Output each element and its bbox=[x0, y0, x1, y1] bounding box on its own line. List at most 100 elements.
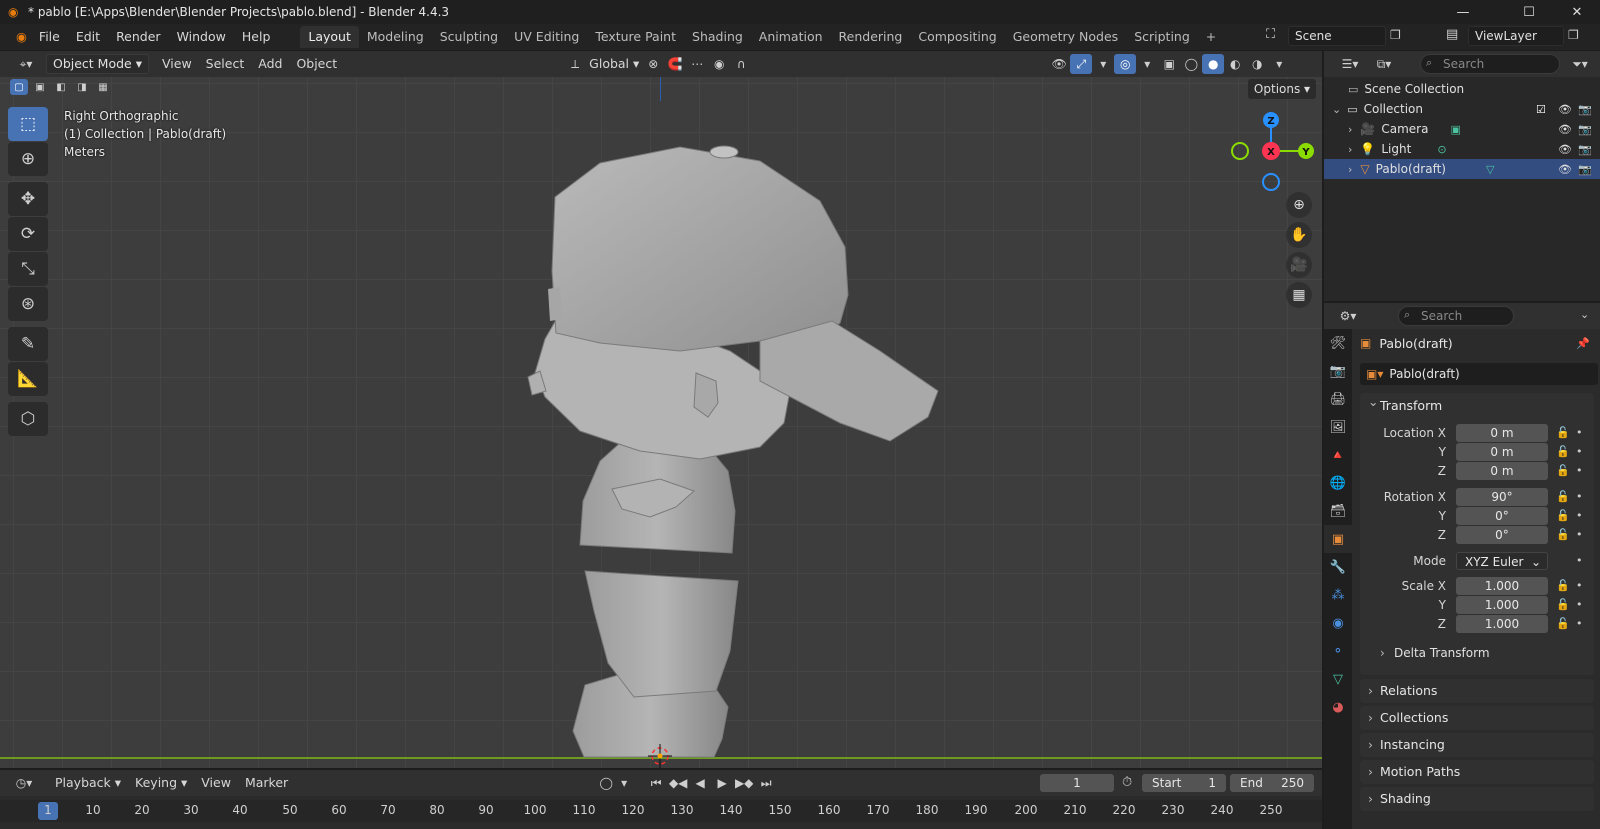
playback-menu[interactable]: Playback ▾ bbox=[48, 773, 128, 793]
prev-keyframe-icon[interactable]: ◆◀ bbox=[667, 773, 689, 793]
pablo-character-model[interactable] bbox=[0, 51, 1322, 768]
keying-menu[interactable]: Keying ▾ bbox=[128, 773, 194, 793]
timeline-editor[interactable]: ◷▾ Playback ▾ Keying ▾ View Marker ◯ ▾ ⏮… bbox=[0, 770, 1322, 829]
data-tab-icon[interactable]: ▽ bbox=[1324, 665, 1352, 693]
lock-icon[interactable]: 🔓 bbox=[1556, 509, 1570, 522]
menu-file[interactable]: File bbox=[31, 27, 68, 47]
expand-chevron-icon[interactable]: ⌄ bbox=[1332, 103, 1341, 116]
keyframe-dot-icon[interactable]: • bbox=[1576, 509, 1583, 522]
menu-help[interactable]: Help bbox=[234, 27, 279, 47]
rotation-z-field[interactable]: 0° bbox=[1456, 525, 1548, 544]
tab-texture-paint[interactable]: Texture Paint bbox=[587, 26, 684, 48]
motion-paths-panel[interactable]: Motion Paths bbox=[1360, 760, 1594, 784]
object-datablock-icon[interactable]: ▣▾ bbox=[1366, 367, 1383, 381]
location-y-field[interactable]: 0 m bbox=[1456, 442, 1548, 461]
outliner-editor-type-icon[interactable]: ☰▾ bbox=[1336, 54, 1364, 74]
collection-row[interactable]: ⌄ ▭ Collection ☑ 👁 📷 bbox=[1324, 99, 1600, 119]
camera-data-icon[interactable]: ▣ bbox=[1450, 123, 1460, 136]
relations-panel[interactable]: Relations bbox=[1360, 679, 1594, 703]
rotation-mode-dropdown[interactable]: XYZ Euler ⌄ bbox=[1456, 551, 1548, 570]
eye-icon[interactable]: 👁 bbox=[1558, 123, 1572, 136]
tab-sculpting[interactable]: Sculpting bbox=[432, 26, 506, 48]
shading-panel-header[interactable]: Shading bbox=[1360, 787, 1594, 811]
current-frame-field[interactable]: 1 bbox=[1040, 774, 1114, 792]
tab-modeling[interactable]: Modeling bbox=[359, 26, 432, 48]
options-dropdown-icon[interactable]: ⌄ bbox=[1580, 308, 1589, 321]
expand-chevron-icon[interactable]: › bbox=[1348, 143, 1352, 156]
lock-icon[interactable]: 🔓 bbox=[1556, 426, 1570, 439]
preview-range-icon[interactable]: ⏱ bbox=[1122, 775, 1132, 790]
timeline-menu-marker[interactable]: Marker bbox=[238, 773, 295, 793]
collection-checkbox-icon[interactable]: ☑ bbox=[1536, 103, 1546, 116]
material-tab-icon[interactable]: ◕ bbox=[1324, 693, 1352, 721]
outliner-item-light[interactable]: › 💡 Light ⊙ 👁 📷 bbox=[1324, 139, 1600, 159]
properties-editor[interactable]: ⚙▾ Search ⌕ ⌄ 🛠 📷 🖨 🖼 🔺 🌐 🗃 ▣ 🔧 ⁂ ◉ ⚬ ▽ … bbox=[1324, 303, 1600, 829]
render-camera-icon[interactable]: 📷 bbox=[1578, 123, 1592, 136]
timeline-menu-view[interactable]: View bbox=[194, 773, 238, 793]
lock-icon[interactable]: 🔓 bbox=[1556, 598, 1570, 611]
keyframe-dot-icon[interactable]: • bbox=[1576, 598, 1583, 611]
instancing-panel[interactable]: Instancing bbox=[1360, 733, 1594, 757]
lock-icon[interactable]: 🔓 bbox=[1556, 617, 1570, 630]
shading-panel[interactable]: Shading bbox=[1360, 787, 1594, 811]
blender-menu-icon[interactable]: ◉ bbox=[12, 27, 31, 47]
render-camera-icon[interactable]: 📷 bbox=[1578, 143, 1592, 156]
world-tab-icon[interactable]: 🌐 bbox=[1324, 469, 1352, 497]
tab-geometry-nodes[interactable]: Geometry Nodes bbox=[1005, 26, 1126, 48]
tab-animation[interactable]: Animation bbox=[751, 26, 831, 48]
render-tab-icon[interactable]: 📷 bbox=[1324, 357, 1352, 385]
lock-icon[interactable]: 🔓 bbox=[1556, 464, 1570, 477]
add-workspace-button[interactable]: + bbox=[1198, 26, 1224, 48]
instancing-panel-header[interactable]: Instancing bbox=[1360, 733, 1594, 757]
keyframe-dot-icon[interactable]: • bbox=[1576, 528, 1583, 541]
jump-end-icon[interactable]: ⏭ bbox=[755, 773, 777, 793]
auto-keying-icon[interactable]: ◯ bbox=[595, 773, 617, 793]
keyframe-dot-icon[interactable]: • bbox=[1576, 445, 1583, 458]
display-mode-icon[interactable]: ⧉▾ bbox=[1370, 54, 1398, 74]
play-icon[interactable]: ▶ bbox=[711, 773, 733, 793]
filter-icon[interactable]: ⏷▾ bbox=[1566, 54, 1594, 74]
view-layer-selector[interactable]: ViewLayer bbox=[1468, 26, 1564, 46]
scale-z-field[interactable]: 1.000 bbox=[1456, 614, 1548, 633]
rotation-y-field[interactable]: 0° bbox=[1456, 506, 1548, 525]
properties-search-input[interactable]: Search bbox=[1398, 306, 1514, 326]
end-frame-field[interactable]: End 250 bbox=[1230, 774, 1314, 792]
render-camera-icon[interactable]: 📷 bbox=[1578, 163, 1592, 176]
rotation-x-field[interactable]: 90° bbox=[1456, 487, 1548, 506]
tab-layout[interactable]: Layout bbox=[300, 26, 359, 48]
menu-edit[interactable]: Edit bbox=[68, 27, 108, 47]
eye-icon[interactable]: 👁 bbox=[1558, 163, 1572, 176]
expand-chevron-icon[interactable]: › bbox=[1348, 123, 1352, 136]
menu-render[interactable]: Render bbox=[108, 27, 169, 47]
auto-keying-dropdown-icon[interactable]: ▾ bbox=[617, 773, 631, 793]
pin-icon[interactable]: 📌 bbox=[1576, 337, 1590, 350]
outliner-item-camera[interactable]: › 🎥 Camera ▣ 👁 📷 bbox=[1324, 119, 1600, 139]
output-tab-icon[interactable]: 🖨 bbox=[1324, 385, 1352, 413]
particles-tab-icon[interactable]: ⁂ bbox=[1324, 581, 1352, 609]
outliner-item-pablo[interactable]: › ▽ Pablo(draft) ▽ 👁 📷 bbox=[1324, 159, 1600, 179]
scene-icon[interactable]: ⛶ bbox=[1266, 27, 1275, 42]
physics-tab-icon[interactable]: ◉ bbox=[1324, 609, 1352, 637]
keyframe-dot-icon[interactable]: • bbox=[1576, 554, 1583, 567]
duplicate-scene-icon[interactable]: ❐ bbox=[1390, 28, 1401, 42]
mesh-data-icon[interactable]: ▽ bbox=[1486, 163, 1494, 176]
tool-tab-icon[interactable]: 🛠 bbox=[1324, 329, 1352, 357]
transform-panel-header[interactable]: Transform bbox=[1360, 389, 1594, 419]
tab-rendering[interactable]: Rendering bbox=[831, 26, 911, 48]
timeline-editor-type-icon[interactable]: ◷▾ bbox=[10, 773, 38, 793]
location-x-field[interactable]: 0 m bbox=[1456, 423, 1548, 442]
scene-tab-icon[interactable]: 🔺 bbox=[1324, 441, 1352, 469]
keyframe-dot-icon[interactable]: • bbox=[1576, 490, 1583, 503]
scene-collection-row[interactable]: ▭ Scene Collection bbox=[1324, 79, 1600, 99]
tab-scripting[interactable]: Scripting bbox=[1126, 26, 1198, 48]
keyframe-dot-icon[interactable]: • bbox=[1576, 617, 1583, 630]
object-tab-icon[interactable]: ▣ bbox=[1324, 525, 1352, 553]
lock-icon[interactable]: 🔓 bbox=[1556, 528, 1570, 541]
relations-panel-header[interactable]: Relations bbox=[1360, 679, 1594, 703]
view-layer-icon[interactable]: ▤ bbox=[1446, 27, 1458, 42]
light-data-icon[interactable]: ⊙ bbox=[1437, 143, 1446, 156]
expand-chevron-icon[interactable]: › bbox=[1348, 163, 1352, 176]
delta-transform-subpanel[interactable]: › Delta Transform bbox=[1370, 641, 1584, 665]
constraints-tab-icon[interactable]: ⚬ bbox=[1324, 637, 1352, 665]
collections-panel[interactable]: Collections bbox=[1360, 706, 1594, 730]
